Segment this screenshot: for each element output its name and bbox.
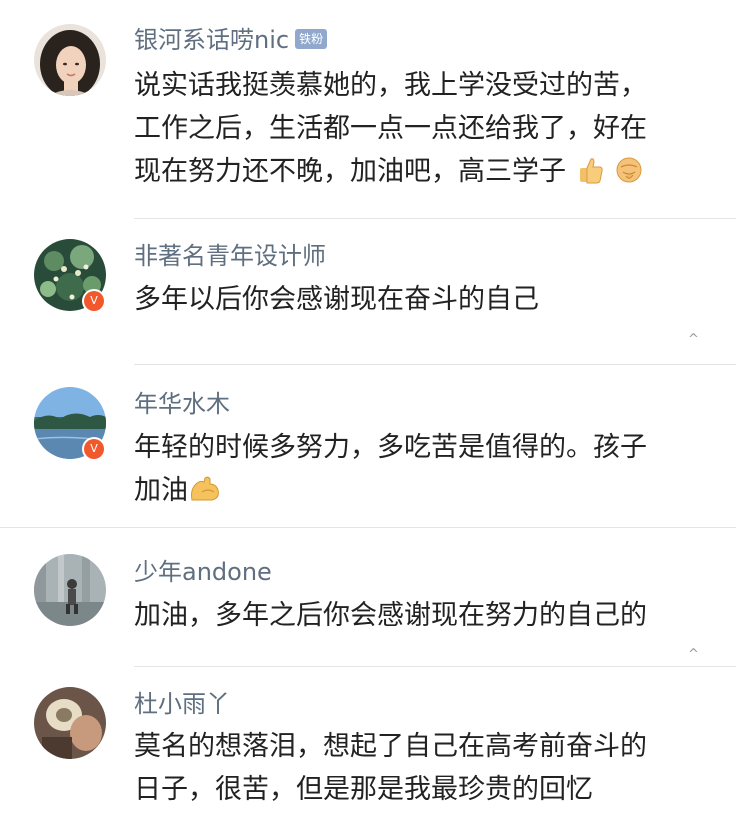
- chevron-up-icon[interactable]: ^: [688, 333, 699, 347]
- chevron-up-icon[interactable]: ^: [688, 648, 699, 662]
- comment-line: 说实话我挺羡慕她的，我上学没受过的苦，: [134, 70, 647, 101]
- verified-mark: V: [84, 439, 104, 459]
- comment-text: 莫名的想落泪，想起了自己在高考前奋斗的 日子，很苦，但是那是我最珍贵的回忆: [134, 725, 714, 811]
- username[interactable]: 少年andone: [134, 557, 272, 587]
- comment-item: V 年华水木 年轻的时候多努力，多吃苦是值得的。孩子 加油: [0, 365, 736, 527]
- flexed-biceps-icon: [188, 474, 222, 504]
- fan-badge: 铁粉: [295, 29, 328, 49]
- verified-mark: V: [84, 291, 104, 311]
- comment-line: 年轻的时候多努力，多吃苦是值得的。孩子: [134, 432, 647, 463]
- comment-text: 多年以后你会感谢现在奋斗的自己: [134, 278, 714, 321]
- username[interactable]: 杜小雨丫: [134, 689, 230, 719]
- fist-icon: [613, 154, 645, 186]
- comment-item: 银河系话唠nic 铁粉 说实话我挺羡慕她的，我上学没受过的苦， 工作之后，生活都一…: [0, 0, 736, 219]
- comment-line: 加油，多年之后你会感谢现在努力的自己的: [134, 600, 647, 631]
- comment-feed: 银河系话唠nic 铁粉 说实话我挺羡慕她的，我上学没受过的苦， 工作之后，生活都一…: [0, 0, 736, 830]
- avatar[interactable]: [34, 24, 106, 96]
- comment-text: 加油，多年之后你会感谢现在努力的自己的: [134, 594, 714, 637]
- comment-item: 少年andone 加油，多年之后你会感谢现在努力的自己的 ^: [0, 528, 736, 666]
- comment-text: 说实话我挺羡慕她的，我上学没受过的苦， 工作之后，生活都一点一点还给我了，好在 …: [134, 64, 714, 193]
- comment-line-with-emoji: 加油: [134, 469, 714, 512]
- username-text: 银河系话唠nic: [134, 26, 290, 54]
- username[interactable]: 非著名青年设计师: [134, 241, 326, 271]
- comment-line: 多年以后你会感谢现在奋斗的自己: [134, 284, 539, 315]
- comment-item: V 非著名青年设计师 多年以后你会感谢现在奋斗的自己 ^: [0, 219, 736, 364]
- comment-line: 加油: [134, 475, 188, 506]
- comment-line-with-emoji: 现在努力还不晚，加油吧，高三学子: [134, 150, 714, 193]
- comment-line: 工作之后，生活都一点一点还给我了，好在: [134, 113, 647, 144]
- username[interactable]: 年华水木: [134, 389, 230, 419]
- thumbs-up-icon: [575, 155, 605, 185]
- verified-badge: V: [82, 437, 106, 461]
- username[interactable]: 银河系话唠nic 铁粉: [134, 25, 328, 55]
- comment-item: 杜小雨丫 莫名的想落泪，想起了自己在高考前奋斗的 日子，很苦，但是那是我最珍贵的…: [0, 667, 736, 830]
- verified-badge: V: [82, 289, 106, 313]
- avatar[interactable]: [34, 687, 106, 759]
- avatar[interactable]: [34, 554, 106, 626]
- comment-line: 现在努力还不晚，加油吧，高三学子: [134, 156, 566, 187]
- comment-text: 年轻的时候多努力，多吃苦是值得的。孩子 加油: [134, 426, 714, 512]
- comment-line: 莫名的想落泪，想起了自己在高考前奋斗的: [134, 731, 647, 762]
- comment-line: 日子，很苦，但是那是我最珍贵的回忆: [134, 774, 593, 805]
